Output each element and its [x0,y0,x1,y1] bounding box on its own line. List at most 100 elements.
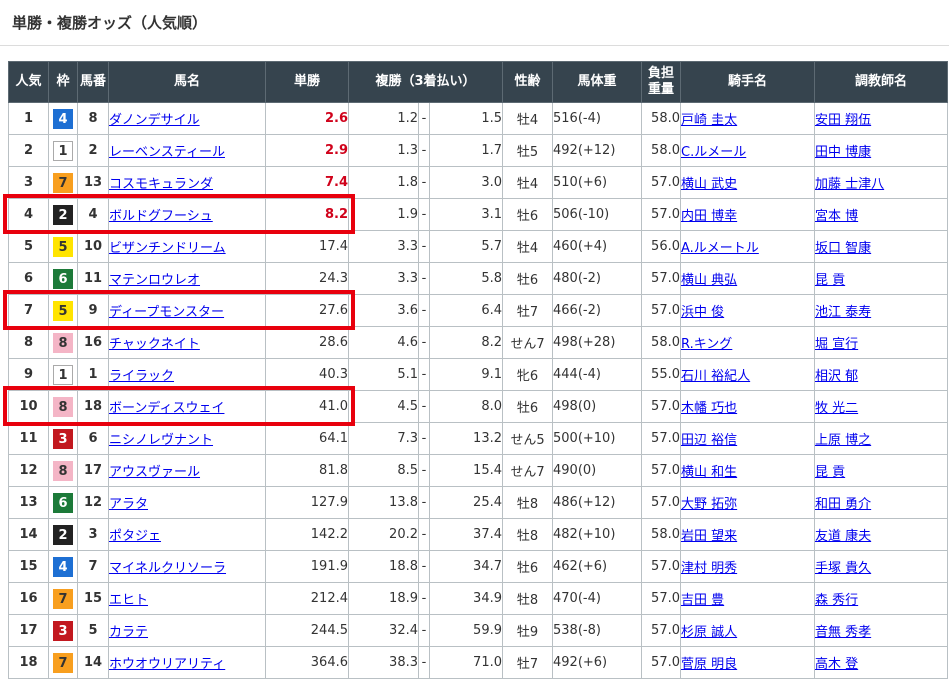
horse-weight-cell: 490(0) [553,455,642,487]
jockey-link[interactable]: R.キング [681,337,732,352]
trainer-link[interactable]: 友道 康夫 [815,529,871,544]
horse-name-link[interactable]: マテンロウレオ [109,273,200,288]
sex-age-cell: 牝6 [503,359,553,391]
frame-number-badge: 2 [53,525,73,545]
trainer-link[interactable]: 池江 泰寿 [815,305,871,320]
trainer-link[interactable]: 加藤 士津八 [815,177,884,192]
jockey-link[interactable]: 浜中 俊 [681,305,724,320]
trainer-cell: 高木 登 [815,647,948,679]
horse-name-link[interactable]: ビザンチンドリーム [109,241,226,256]
trainer-link[interactable]: 高木 登 [815,657,858,672]
horse-number-cell: 18 [78,391,109,423]
horse-name-link[interactable]: チャックネイト [109,337,200,352]
frame-cell: 4 [49,103,78,135]
table-row: 16715エヒト212.418.9-34.9牡8470(-4)57.0吉田 豊森… [9,583,948,615]
horse-weight-cell: 482(+10) [553,519,642,551]
trainer-link[interactable]: 田中 博康 [815,145,871,160]
frame-cell: 4 [49,551,78,583]
table-row: 5510ビザンチンドリーム17.43.3-5.7牡4460(+4)56.0A.ル… [9,231,948,263]
horse-name-link[interactable]: ポタジェ [109,529,161,544]
place-odds-separator: - [419,135,430,167]
jockey-link[interactable]: 内田 博幸 [681,209,737,224]
horse-weight-cell: 498(0) [553,391,642,423]
impost-cell: 57.0 [642,487,681,519]
jockey-link[interactable]: 吉田 豊 [681,593,724,608]
place-odds-low-cell: 1.2 [349,103,419,135]
sex-age-cell: 牡4 [503,103,553,135]
frame-cell: 3 [49,615,78,647]
jockey-link[interactable]: 菅原 明良 [681,657,737,672]
jockey-link[interactable]: 横山 典弘 [681,273,737,288]
horse-name-link[interactable]: エヒト [109,593,148,608]
jockey-link[interactable]: 横山 武史 [681,177,737,192]
horse-name-link[interactable]: ライラック [109,369,174,384]
place-odds-low-cell: 20.2 [349,519,419,551]
jockey-link[interactable]: A.ルメートル [681,241,759,256]
trainer-link[interactable]: 坂口 智康 [815,241,871,256]
place-odds-low-cell: 1.3 [349,135,419,167]
jockey-link[interactable]: 木幡 巧也 [681,401,737,416]
horse-number-cell: 2 [78,135,109,167]
trainer-link[interactable]: 和田 勇介 [815,497,871,512]
header-impost: 負担重量 [642,62,681,103]
jockey-link[interactable]: 津村 明秀 [681,561,737,576]
horse-name-link[interactable]: ボーンディスウェイ [109,401,224,416]
place-odds-separator: - [419,263,430,295]
jockey-link[interactable]: 岩田 望来 [681,529,737,544]
horse-name-link[interactable]: ニシノレヴナント [109,433,213,448]
trainer-link[interactable]: 堀 宣行 [815,337,858,352]
horse-name-link[interactable]: マイネルクリソーラ [109,561,226,576]
frame-cell: 2 [49,199,78,231]
horse-name-link[interactable]: アウスヴァール [109,465,200,480]
trainer-link[interactable]: 昆 貢 [815,273,845,288]
table-row: 6611マテンロウレオ24.33.3-5.8牡6480(-2)57.0横山 典弘… [9,263,948,295]
trainer-link[interactable]: 音無 秀孝 [815,625,871,640]
rank-cell: 8 [9,327,49,359]
trainer-link[interactable]: 牧 光二 [815,401,858,416]
win-odds-cell: 41.0 [266,391,349,423]
rank-cell: 2 [9,135,49,167]
trainer-link[interactable]: 相沢 郁 [815,369,858,384]
header-sex-age: 性齢 [503,62,553,103]
win-odds-cell: 191.9 [266,551,349,583]
header-trainer: 調教師名 [815,62,948,103]
horse-name-cell: エヒト [109,583,266,615]
jockey-link[interactable]: 田辺 裕信 [681,433,737,448]
jockey-link[interactable]: 横山 和生 [681,465,737,480]
horse-number-cell: 16 [78,327,109,359]
horse-name-link[interactable]: レーベンスティール [109,145,225,160]
horse-name-link[interactable]: ダノンデサイル [109,113,200,128]
horse-name-link[interactable]: ホウオウリアリティ [109,657,225,672]
header-horse-weight: 馬体重 [553,62,642,103]
horse-name-link[interactable]: ディープモンスター [109,305,224,320]
rank-cell: 14 [9,519,49,551]
jockey-cell: 浜中 俊 [681,295,815,327]
horse-name-link[interactable]: ボルドグフーシュ [109,209,213,224]
place-odds-separator: - [419,295,430,327]
trainer-link[interactable]: 上原 博之 [815,433,871,448]
trainer-link[interactable]: 昆 貢 [815,465,845,480]
jockey-link[interactable]: C.ルメール [681,145,746,160]
horse-name-cell: ニシノレヴナント [109,423,266,455]
jockey-link[interactable]: 杉原 誠人 [681,625,737,640]
trainer-link[interactable]: 森 秀行 [815,593,858,608]
frame-cell: 1 [49,135,78,167]
horse-name-link[interactable]: カラテ [109,625,148,640]
place-odds-high-cell: 13.2 [430,423,503,455]
impost-cell: 57.0 [642,295,681,327]
trainer-link[interactable]: 手塚 貴久 [815,561,871,576]
place-odds-low-cell: 3.3 [349,231,419,263]
trainer-link[interactable]: 安田 翔伍 [815,113,871,128]
jockey-link[interactable]: 大野 拓弥 [681,497,737,512]
impost-cell: 55.0 [642,359,681,391]
jockey-link[interactable]: 石川 裕紀人 [681,369,750,384]
win-odds-cell: 40.3 [266,359,349,391]
place-odds-separator: - [419,199,430,231]
horse-name-link[interactable]: コスモキュランダ [109,177,213,192]
jockey-link[interactable]: 戸崎 圭太 [681,113,737,128]
place-odds-high-cell: 71.0 [430,647,503,679]
horse-name-link[interactable]: アラタ [109,497,148,512]
trainer-link[interactable]: 宮本 博 [815,209,858,224]
table-row: 911ライラック40.35.1-9.1牝6444(-4)55.0石川 裕紀人相沢… [9,359,948,391]
horse-number-cell: 17 [78,455,109,487]
